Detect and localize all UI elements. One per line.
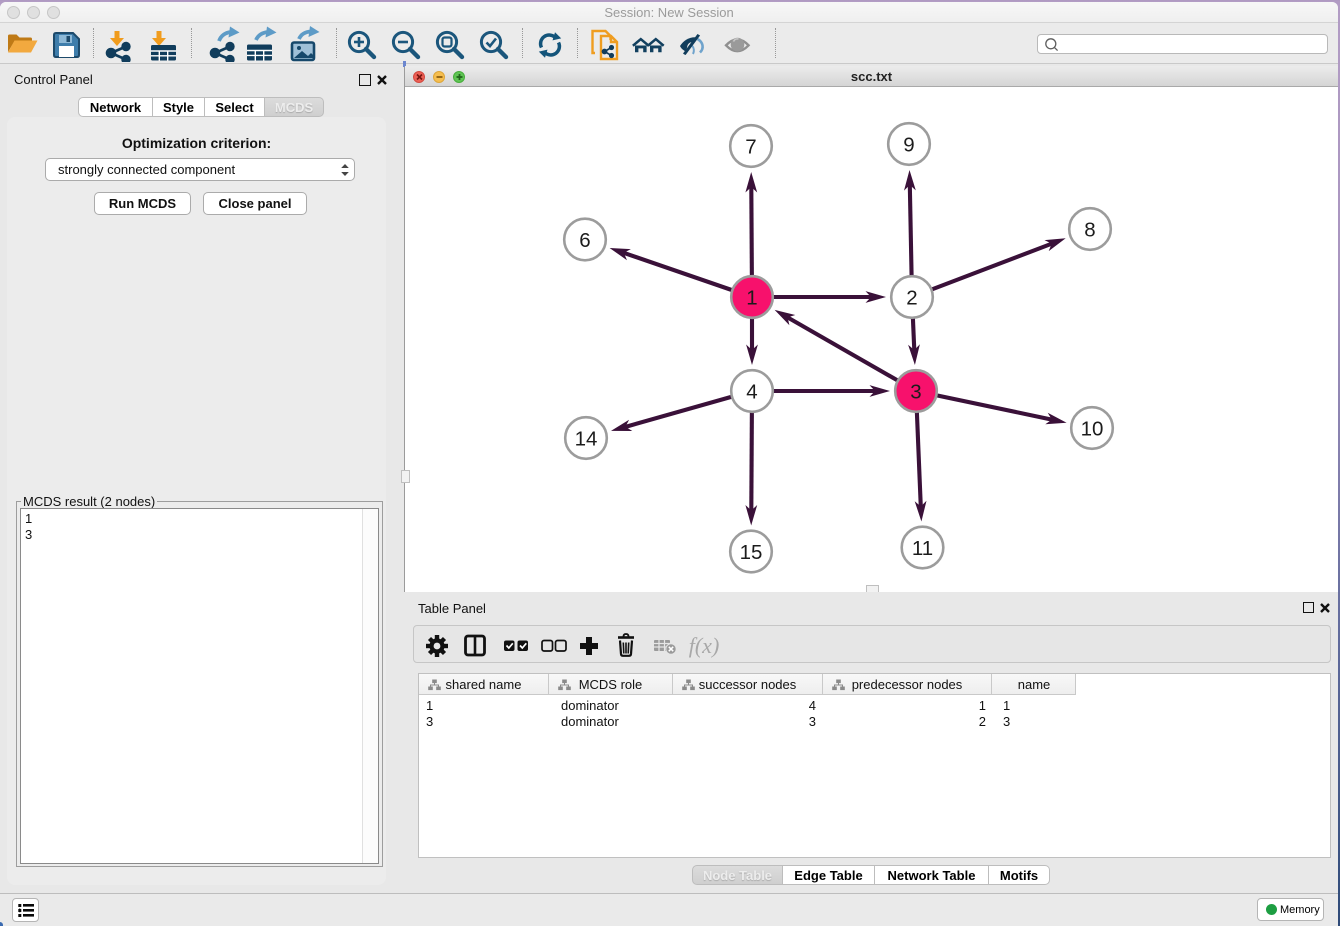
- svg-text:3: 3: [910, 380, 921, 403]
- svg-text:f(x): f(x): [689, 633, 720, 658]
- svg-text:14: 14: [575, 427, 598, 450]
- svg-text:7: 7: [745, 135, 756, 158]
- svg-text:2: 2: [906, 286, 917, 309]
- svg-text:10: 10: [1081, 417, 1104, 440]
- svg-text:8: 8: [1084, 218, 1095, 241]
- svg-text:15: 15: [740, 541, 763, 564]
- svg-text:11: 11: [912, 537, 933, 560]
- svg-text:1: 1: [746, 286, 757, 309]
- svg-text:4: 4: [746, 380, 757, 403]
- svg-text:9: 9: [903, 133, 914, 156]
- svg-text:6: 6: [579, 229, 590, 252]
